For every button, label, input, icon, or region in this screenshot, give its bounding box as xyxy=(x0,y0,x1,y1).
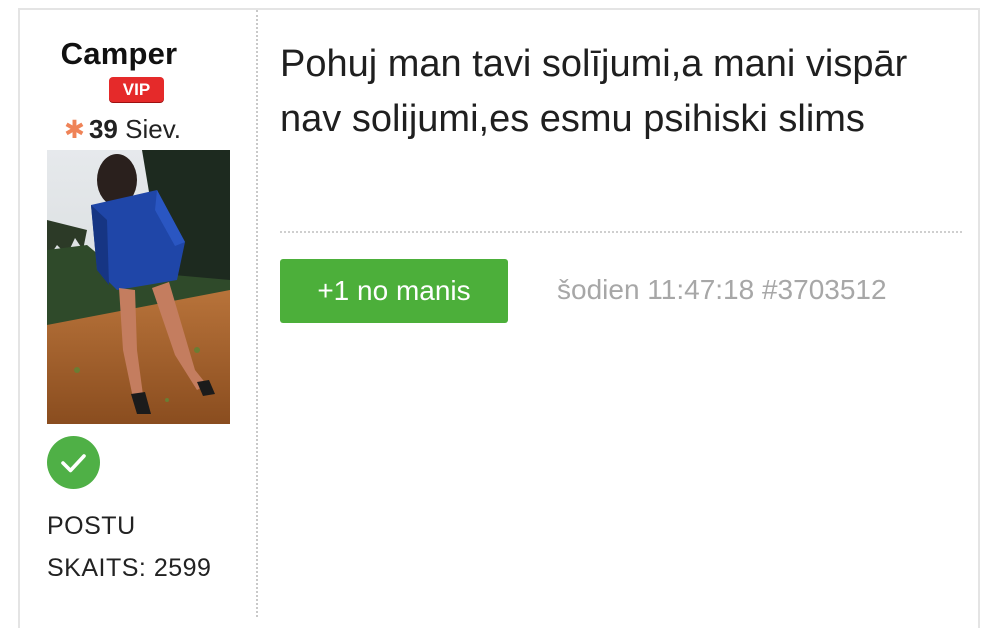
plus-one-button[interactable]: +1 no manis xyxy=(280,259,508,323)
author-meta: ✱ 39 Siev. xyxy=(64,114,181,145)
verified-check-icon xyxy=(47,436,100,489)
post-count-value: 2599 xyxy=(153,554,212,582)
star-icon: ✱ xyxy=(64,116,85,144)
post-message: Pohuj man tavi solījumi,a mani vispār na… xyxy=(280,43,908,140)
post-content: Pohuj man tavi solījumi,a mani vispār na… xyxy=(280,37,960,147)
avatar-photo xyxy=(47,150,230,424)
author-avatar[interactable] xyxy=(47,150,230,424)
post-count-label: POSTU xyxy=(47,512,136,540)
post-meta: šodien 11:47:18 #3703512 xyxy=(557,274,887,306)
author-age: 39 xyxy=(88,114,118,144)
post-divider xyxy=(280,231,962,233)
author-gender: Siev. xyxy=(125,114,181,144)
author-username[interactable]: Camper xyxy=(0,36,238,72)
vip-badge: VIP xyxy=(109,77,164,102)
post-id-link[interactable]: #3703512 xyxy=(762,274,887,305)
post-count: POSTU SKAITS: 2599 xyxy=(47,505,211,589)
post-count-label-2: SKAITS: xyxy=(47,554,147,582)
post-timestamp: šodien 11:47:18 xyxy=(557,274,755,305)
